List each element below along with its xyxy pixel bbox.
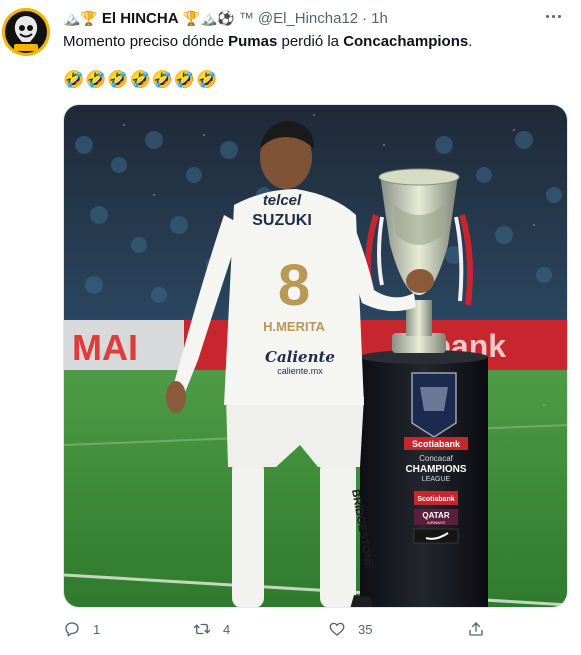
pedestal-bank-text: Scotiabank xyxy=(412,439,461,449)
jersey-sponsor-main: SUZUKI xyxy=(252,212,312,229)
tweet-text-bold: Concachampions xyxy=(343,33,469,50)
display-name[interactable]: El HINCHA xyxy=(102,10,179,27)
like-button[interactable]: 35 xyxy=(328,620,372,638)
pedestal-sponsor2: QATAR xyxy=(422,511,449,520)
name-emojis-before: 🏔️🏆 xyxy=(63,10,98,26)
separator-dot: · xyxy=(362,9,368,27)
handle[interactable]: @El_Hincha12 xyxy=(258,10,358,27)
trademark: ™ xyxy=(238,9,254,27)
pedestal-league-line3: LEAGUE xyxy=(422,476,451,483)
avatar-logo xyxy=(2,8,50,56)
tweet-text-part: perdió la xyxy=(277,33,344,50)
pedestal-league-line2: CHAMPIONS xyxy=(405,464,466,475)
photo-illustration: MAI tiabank Scotiabank Concacaf CHAMPION… xyxy=(64,105,567,607)
avatar[interactable] xyxy=(2,8,50,56)
pedestal-sponsor2-sub: AIRWAYS xyxy=(427,520,445,525)
name-emojis-after: 🏆🏔️⚽ xyxy=(182,10,235,26)
jersey-sponsor-lower: Caliente xyxy=(265,348,335,366)
jersey-number: 8 xyxy=(278,253,310,318)
reply-button[interactable]: 1 xyxy=(63,620,100,638)
jersey-sponsor-top: telcel xyxy=(263,192,302,209)
timestamp[interactable]: 1h xyxy=(371,10,388,27)
retweet-button[interactable]: 4 xyxy=(193,620,230,638)
tweet-photo[interactable]: MAI tiabank Scotiabank Concacaf CHAMPION… xyxy=(63,104,568,608)
pedestal-sponsor1: Scotiabank xyxy=(417,496,454,503)
reply-icon xyxy=(65,622,79,637)
jersey-name: H.MERITA xyxy=(263,319,325,334)
tweet: 🏔️🏆 El HINCHA 🏆🏔️⚽ ™ @El_Hincha12 · 1h M… xyxy=(0,0,581,655)
jersey-sponsor-url: caliente.mx xyxy=(277,366,323,376)
board-text-left: MAI xyxy=(72,327,138,368)
tweet-text-part: . xyxy=(468,33,473,50)
retweet-count: 4 xyxy=(223,621,231,637)
tweet-emojis: 🤣🤣🤣🤣🤣🤣🤣 xyxy=(63,70,219,89)
tweet-actions: 1 4 35 xyxy=(63,620,503,642)
tweet-text-part: Momento preciso dónde xyxy=(63,33,229,50)
pedestal-league-line1: Concacaf xyxy=(419,454,454,463)
reply-count: 1 xyxy=(93,621,101,637)
share-button[interactable] xyxy=(467,620,485,638)
tweet-header: 🏔️🏆 El HINCHA 🏆🏔️⚽ ™ @El_Hincha12 · 1h xyxy=(63,8,388,28)
like-count: 35 xyxy=(358,621,373,637)
retweet-icon xyxy=(193,623,211,635)
tweet-text: Momento preciso dónde Pumas perdió la Co… xyxy=(63,32,472,52)
more-options-icon[interactable] xyxy=(541,6,565,26)
heart-icon xyxy=(329,622,345,636)
tweet-text-bold: Pumas xyxy=(228,33,278,50)
share-icon xyxy=(469,622,483,636)
